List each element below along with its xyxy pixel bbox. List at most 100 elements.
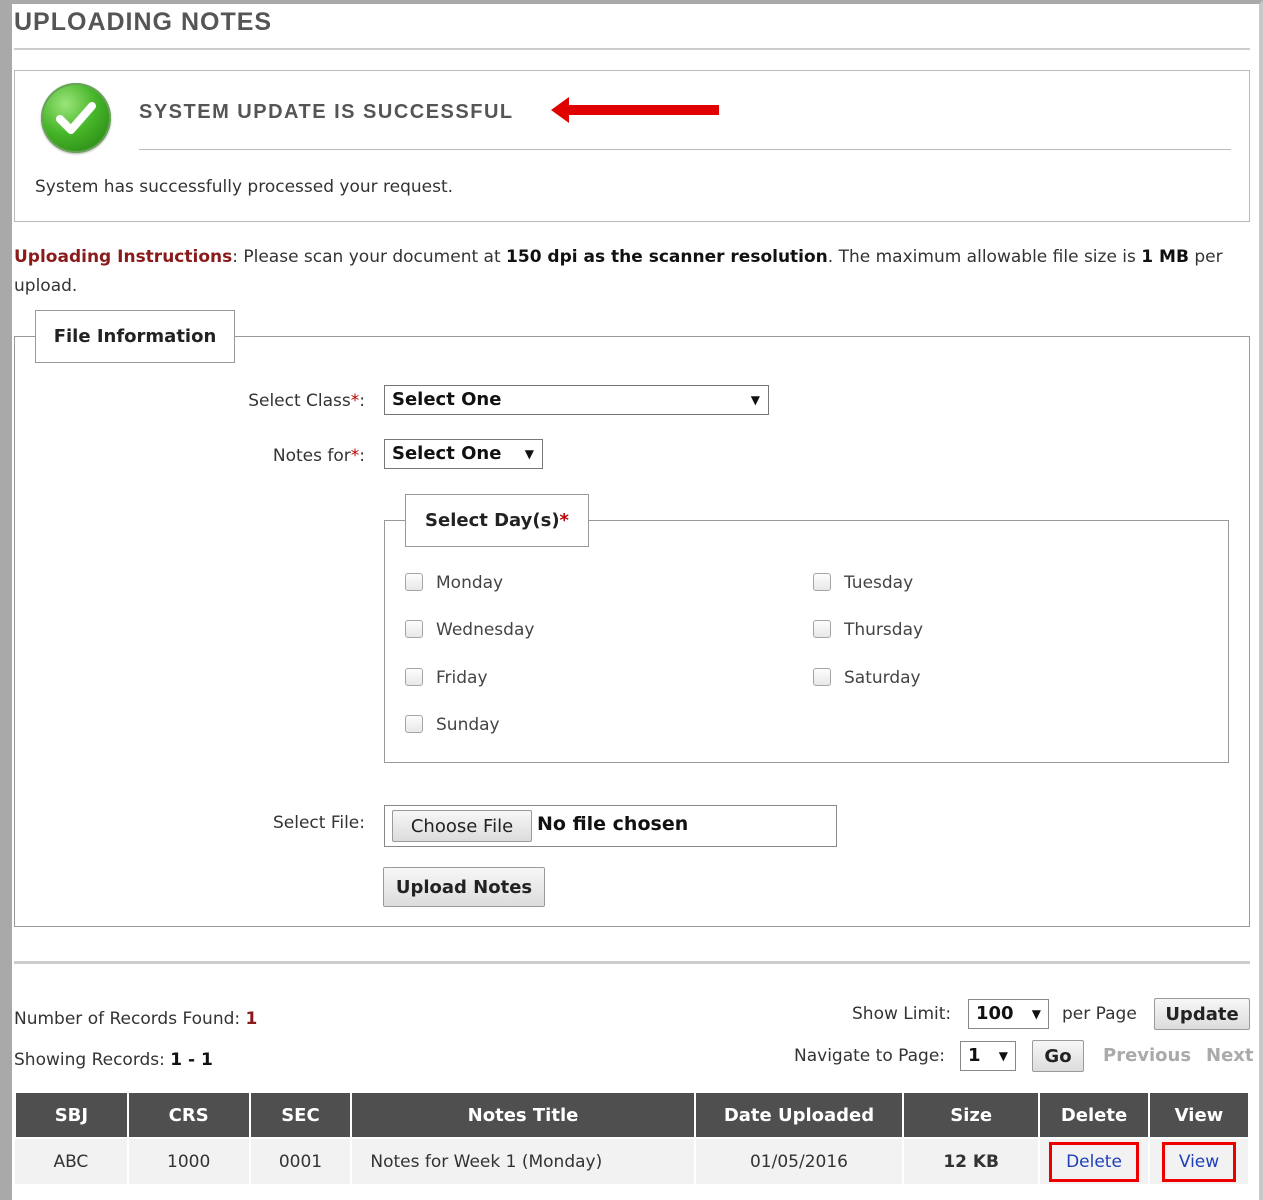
required-star: * [350, 391, 360, 411]
view-highlight: View [1161, 1141, 1237, 1182]
cell-crs: 1000 [127, 1138, 251, 1184]
next-link[interactable]: Next [1206, 1045, 1254, 1066]
label-colon: : [359, 391, 365, 411]
day-label: Tuesday [844, 573, 914, 593]
notes-for-label: Notes for*: [165, 446, 365, 466]
day-wednesday[interactable]: Wednesday [405, 620, 534, 640]
day-checkbox[interactable] [813, 620, 831, 638]
delete-link[interactable]: Delete [1066, 1152, 1122, 1172]
select-class-label-text: Select Class [248, 391, 351, 411]
notes-table: SBJ CRS SEC Notes Title Date Uploaded Si… [14, 1091, 1251, 1184]
page-dropdown[interactable]: 1 ▼ [960, 1041, 1016, 1071]
day-label: Saturday [844, 668, 921, 688]
success-message-box: SYSTEM UPDATE IS SUCCESSFUL System has s… [14, 70, 1250, 222]
instructions-bold-1: 150 dpi as the scanner resolution [506, 247, 828, 267]
day-label: Thursday [844, 620, 924, 640]
records-showing-label: Showing Records: [14, 1050, 171, 1070]
cell-delete: Delete [1039, 1138, 1150, 1184]
choose-file-button[interactable]: Choose File [392, 810, 532, 842]
day-tuesday[interactable]: Tuesday [813, 573, 913, 593]
cell-notes-title: Notes for Week 1 (Monday) [351, 1138, 696, 1184]
required-star: * [559, 510, 569, 531]
success-title: SYSTEM UPDATE IS SUCCESSFUL [139, 101, 514, 123]
chevron-down-icon: ▼ [750, 393, 760, 407]
uploading-instructions: Uploading Instructions: Please scan your… [14, 243, 1250, 301]
file-information-fieldset: File Information Select Class*: Select O… [14, 310, 1250, 927]
instructions-label: Uploading Instructions [14, 247, 233, 267]
success-message: System has successfully processed your r… [35, 177, 454, 197]
column-header-size: Size [902, 1091, 1041, 1139]
records-found-label: Number of Records Found: [14, 1009, 246, 1029]
notes-for-value: Select One [392, 443, 502, 464]
delete-highlight: Delete [1049, 1141, 1139, 1182]
column-header-view: View [1147, 1091, 1251, 1139]
records-found-count: 1 [245, 1009, 258, 1029]
column-header-date-uploaded: Date Uploaded [693, 1091, 905, 1139]
view-link[interactable]: View [1179, 1152, 1219, 1172]
select-days-fieldset: Select Day(s)* Monday Tuesday Wednesday … [384, 494, 1229, 763]
select-class-label: Select Class*: [165, 391, 365, 411]
select-days-legend-text: Select Day(s) [425, 510, 560, 531]
records-showing-range: 1 - 1 [170, 1050, 213, 1070]
red-arrow-icon [551, 97, 719, 123]
label-colon: : [359, 446, 365, 466]
page-value: 1 [968, 1045, 981, 1066]
cell-sec: 0001 [249, 1138, 353, 1184]
file-input[interactable]: Choose File No file chosen [384, 805, 837, 847]
chevron-down-icon: ▼ [524, 447, 534, 461]
chevron-down-icon: ▼ [998, 1049, 1008, 1063]
day-checkbox[interactable] [813, 573, 831, 591]
column-header-delete: Delete [1038, 1091, 1150, 1139]
day-saturday[interactable]: Saturday [813, 668, 921, 688]
day-label: Sunday [436, 715, 500, 735]
day-monday[interactable]: Monday [405, 573, 503, 593]
day-checkbox[interactable] [813, 668, 831, 686]
instructions-text-2: . The maximum allowable file size is [827, 247, 1142, 267]
select-days-legend: Select Day(s)* [405, 494, 589, 547]
file-information-legend: File Information [35, 310, 235, 363]
show-limit-value: 100 [976, 1003, 1014, 1024]
success-check-icon [41, 83, 111, 153]
section-divider [14, 961, 1250, 964]
show-limit-dropdown[interactable]: 100 ▼ [968, 999, 1049, 1029]
day-checkbox[interactable] [405, 668, 423, 686]
title-divider [14, 48, 1250, 50]
chevron-down-icon: ▼ [1031, 1007, 1041, 1021]
cell-sbj: ABC [15, 1138, 129, 1184]
day-checkbox[interactable] [405, 573, 423, 591]
success-divider [139, 149, 1231, 150]
required-star: * [350, 446, 360, 466]
select-class-dropdown[interactable]: Select One ▼ [384, 385, 769, 415]
cell-date-uploaded: 01/05/2016 [694, 1138, 905, 1184]
day-sunday[interactable]: Sunday [405, 715, 500, 735]
previous-link[interactable]: Previous [1103, 1045, 1191, 1066]
instructions-bold-2: 1 MB [1141, 247, 1189, 267]
day-checkbox[interactable] [405, 620, 423, 638]
file-status: No file chosen [537, 813, 689, 835]
records-found: Number of Records Found: 1 [14, 1009, 257, 1029]
size-value: 12 KB [943, 1151, 1000, 1172]
per-page-label: per Page [1062, 1004, 1137, 1024]
column-header-sbj: SBJ [14, 1091, 129, 1139]
show-limit-label: Show Limit: [852, 1004, 952, 1024]
day-thursday[interactable]: Thursday [813, 620, 923, 640]
navigate-label: Navigate to Page: [794, 1046, 946, 1066]
column-header-sec: SEC [248, 1091, 353, 1139]
go-button[interactable]: Go [1032, 1040, 1084, 1072]
column-header-notes-title: Notes Title [350, 1091, 696, 1139]
day-checkbox[interactable] [405, 715, 423, 733]
select-file-label: Select File: [272, 813, 365, 833]
select-class-value: Select One [392, 389, 502, 410]
update-button[interactable]: Update [1154, 998, 1250, 1030]
day-friday[interactable]: Friday [405, 668, 488, 688]
table-header-row: SBJ CRS SEC Notes Title Date Uploaded Si… [14, 1091, 1251, 1139]
cell-view: View [1148, 1138, 1251, 1184]
instructions-text-1: : Please scan your document at [232, 247, 507, 267]
day-label: Monday [436, 573, 504, 593]
column-header-crs: CRS [126, 1091, 251, 1139]
table-row: ABC 1000 0001 Notes for Week 1 (Monday) … [15, 1138, 1251, 1184]
records-showing: Showing Records: 1 - 1 [14, 1050, 213, 1070]
cell-size: 12 KB [903, 1138, 1041, 1184]
notes-for-dropdown[interactable]: Select One ▼ [384, 439, 543, 469]
upload-notes-button[interactable]: Upload Notes [383, 867, 545, 907]
